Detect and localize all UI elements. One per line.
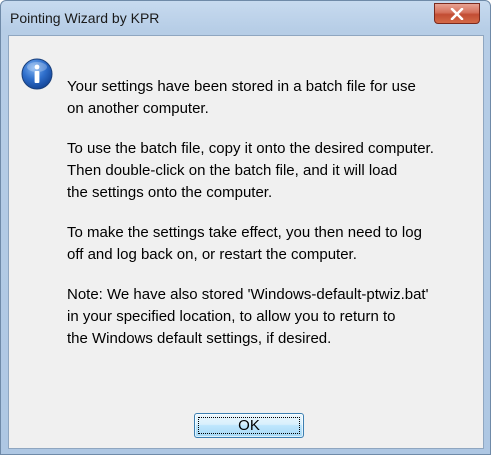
close-icon: [450, 7, 464, 20]
close-button[interactable]: [434, 3, 480, 24]
message-line: off and log back on, or restart the comp…: [67, 246, 357, 263]
dialog-window: Pointing Wizard by KPR Your settings hav…: [0, 0, 491, 455]
message-line: the Windows default settings, if desired…: [67, 330, 332, 347]
message-paragraph-3: To make the settings take effect, you th…: [67, 222, 477, 266]
title-bar[interactable]: Pointing Wizard by KPR: [1, 1, 490, 35]
message-line: on another computer.: [67, 100, 209, 117]
message-paragraph-4: Note: We have also stored 'Windows-defau…: [67, 284, 477, 350]
message-line: Then double-click on the batch file, and…: [67, 162, 398, 179]
message-line: Your settings have been stored in a batc…: [67, 78, 416, 95]
message-line: To make the settings take effect, you th…: [67, 224, 422, 241]
message-paragraph-2: To use the batch file, copy it onto the …: [67, 138, 477, 204]
ok-button[interactable]: OK: [194, 413, 304, 438]
message-line: the settings onto the computer.: [67, 184, 273, 201]
dialog-content: Your settings have been stored in a batc…: [8, 35, 484, 449]
ok-button-label: OK: [238, 417, 260, 434]
message-line: in your specified location, to allow you…: [67, 308, 396, 325]
message-paragraph-1: Your settings have been stored in a batc…: [67, 76, 477, 120]
message-line: To use the batch file, copy it onto the …: [67, 140, 434, 157]
message-line: Note: We have also stored 'Windows-defau…: [67, 286, 429, 303]
window-title: Pointing Wizard by KPR: [10, 10, 160, 26]
message-text: Your settings have been stored in a batc…: [67, 76, 477, 368]
information-icon: [21, 58, 53, 90]
